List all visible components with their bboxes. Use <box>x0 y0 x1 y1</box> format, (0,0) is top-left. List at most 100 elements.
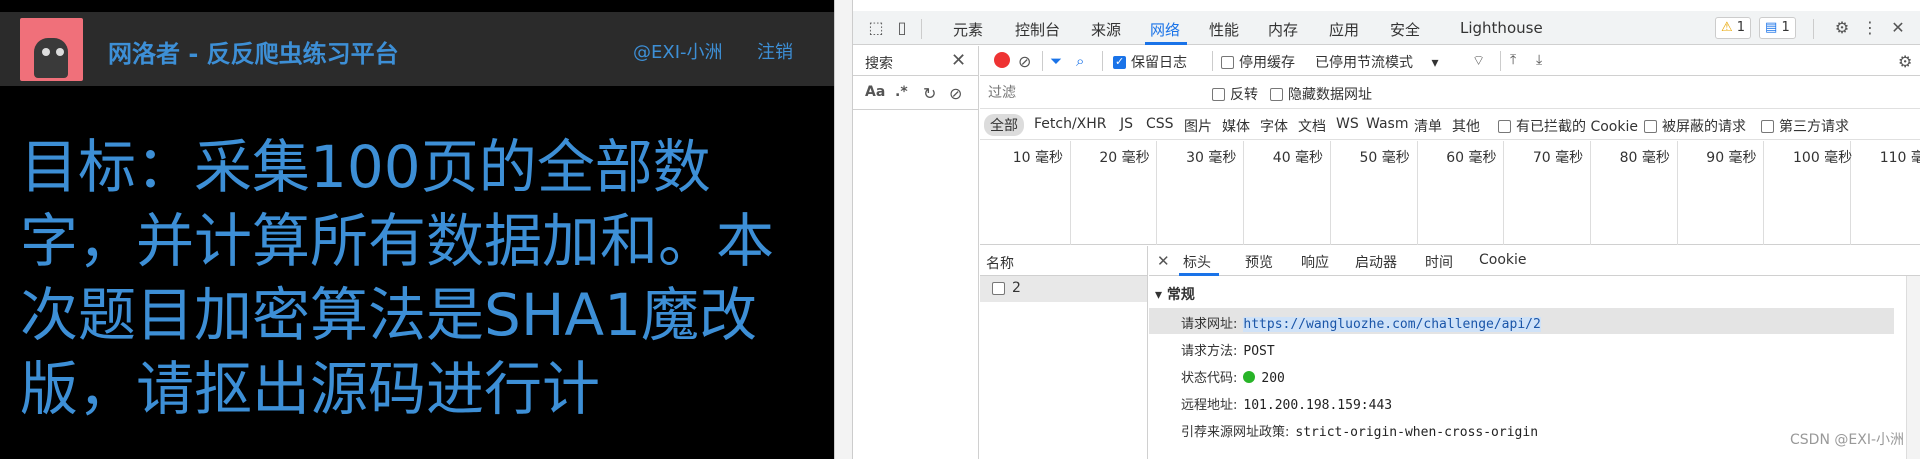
tab-lighthouse[interactable]: Lighthouse <box>1460 19 1543 37</box>
type-ws[interactable]: WS <box>1336 116 1359 132</box>
third-party-checkbox[interactable]: 第三方请求 <box>1761 116 1849 136</box>
general-section[interactable]: ▾ 常规 <box>1155 284 1195 304</box>
logout-link[interactable]: 注销 <box>757 38 793 64</box>
status-code-row: 状态代码: 200 <box>1181 371 1285 386</box>
tab-network[interactable]: 网络 <box>1150 19 1180 40</box>
timeline-tick-label: 110 毫 <box>1879 150 1920 166</box>
timeline-tick-label: 20 毫秒 <box>1099 150 1150 166</box>
preserve-log-checkbox[interactable]: 保留日志 <box>1113 52 1187 72</box>
message-icon: ▤ <box>1765 20 1778 35</box>
invert-checkbox[interactable]: 反转 <box>1212 84 1258 104</box>
name-column-header[interactable]: 名称 <box>986 253 1014 273</box>
request-row[interactable]: 2 <box>980 276 1147 302</box>
timeline-tick-label: 60 毫秒 <box>1446 150 1497 166</box>
timeline-tick-label: 50 毫秒 <box>1359 150 1410 166</box>
blocked-requests-checkbox[interactable]: 被屏蔽的请求 <box>1644 116 1746 136</box>
more-menu-icon[interactable]: ⋮ <box>1859 17 1881 39</box>
network-settings-gear-icon[interactable]: ⚙ <box>1898 52 1912 71</box>
type-media[interactable]: 媒体 <box>1222 116 1250 136</box>
timeline-tick-label: 70 毫秒 <box>1532 150 1584 166</box>
timeline-gridline <box>1676 141 1678 245</box>
refresh-icon[interactable]: ↻ <box>923 84 936 103</box>
timeline-tick-label: 100 毫秒 <box>1793 150 1853 166</box>
tab-memory[interactable]: 内存 <box>1268 19 1298 40</box>
search-icon[interactable]: ⌕ <box>1076 52 1084 70</box>
regex-button[interactable]: .* <box>895 84 908 100</box>
close-icon[interactable]: ✕ <box>951 50 966 71</box>
export-har-icon[interactable]: ⤓ <box>1536 52 1542 68</box>
tab-headers[interactable]: 标头 <box>1183 252 1211 272</box>
referrer-policy-row: 引荐来源网址政策: strict-origin-when-cross-origin <box>1181 425 1539 440</box>
web-page: 网洛者 - 反反爬虫练习平台 @EXI-小洲 注销 目标：采集100页的全部数字… <box>0 0 834 459</box>
import-har-icon[interactable]: ⤒ <box>1510 52 1516 68</box>
timeline-gridline <box>1069 141 1071 245</box>
timeline-gridline <box>1156 141 1158 245</box>
hide-data-urls-checkbox[interactable]: 隐藏数据网址 <box>1270 84 1372 104</box>
network-toolbar: ⊘ ⏷ ⌕ 保留日志 停用缓存 已停用节流模式 ▾ ⌔ ⤒ ⤓ ⚙ <box>980 46 1920 76</box>
tab-response[interactable]: 响应 <box>1301 252 1329 272</box>
site-logo[interactable] <box>20 18 83 81</box>
blocked-cookies-checkbox[interactable]: 有已拦截的 Cookie <box>1498 116 1638 136</box>
timeline-tick-label: 40 毫秒 <box>1272 150 1324 166</box>
settings-gear-icon[interactable]: ⚙ <box>1831 17 1853 39</box>
timeline-gridline <box>1763 141 1765 245</box>
close-devtools-icon[interactable]: ✕ <box>1887 17 1909 39</box>
challenge-description: 目标：采集100页的全部数字，并计算所有数据加和。本次题目加密算法是SHA1魔改… <box>20 133 775 423</box>
type-font[interactable]: 字体 <box>1260 116 1288 136</box>
tab-initiator[interactable]: 启动器 <box>1355 252 1397 272</box>
record-icon[interactable] <box>994 52 1010 68</box>
network-panel: ⊘ ⏷ ⌕ 保留日志 停用缓存 已停用节流模式 ▾ ⌔ ⤒ ⤓ ⚙ 反转 隐藏数… <box>980 46 1920 459</box>
site-title[interactable]: 网洛者 - 反反爬虫练习平台 <box>108 34 399 69</box>
type-fetch-xhr[interactable]: Fetch/XHR <box>1034 116 1107 132</box>
throttle-select[interactable]: 已停用节流模式 ▾ <box>1315 52 1438 72</box>
match-case-button[interactable]: Aa <box>865 84 885 100</box>
type-js[interactable]: JS <box>1120 116 1133 132</box>
device-toolbar-icon[interactable]: ▯ <box>891 17 913 39</box>
tab-preview[interactable]: 预览 <box>1245 252 1273 272</box>
tab-sources[interactable]: 来源 <box>1091 19 1121 40</box>
user-link[interactable]: @EXI-小洲 <box>633 38 723 64</box>
type-all[interactable]: 全部 <box>984 114 1024 136</box>
type-other[interactable]: 其他 <box>1452 116 1480 136</box>
clear-icon[interactable]: ⊘ <box>949 84 962 103</box>
tab-application[interactable]: 应用 <box>1329 19 1359 40</box>
request-url-value[interactable]: https://wangluozhe.com/challenge/api/2 <box>1243 317 1541 332</box>
tab-elements[interactable]: 元素 <box>953 19 983 40</box>
devtools-tabbar: ⬚ ▯ 元素 控制台 来源 网络 性能 内存 应用 安全 Lighthouse … <box>853 11 1920 45</box>
type-manifest[interactable]: 清单 <box>1414 116 1442 136</box>
resource-type-filters: 全部 Fetch/XHR JS CSS 图片 媒体 字体 文档 WS Wasm … <box>980 110 1920 140</box>
filter-input[interactable] <box>986 82 1196 104</box>
warnings-badge[interactable]: ⚠ 1 <box>1715 17 1752 39</box>
search-panel-title: 搜索 <box>865 56 893 72</box>
close-icon[interactable]: ✕ <box>1157 252 1170 270</box>
remote-address-row: 远程地址: 101.200.198.159:443 <box>1181 398 1393 413</box>
type-doc[interactable]: 文档 <box>1298 116 1326 136</box>
request-name: 2 <box>1012 280 1021 296</box>
site-header: 网洛者 - 反反爬虫练习平台 @EXI-小洲 注销 <box>0 12 834 86</box>
network-conditions-icon[interactable]: ⌔ <box>1472 52 1485 70</box>
tab-timing[interactable]: 时间 <box>1425 252 1453 272</box>
network-overview-timeline[interactable]: 10 毫秒 20 毫秒 30 毫秒 40 毫秒 50 毫秒 60 毫秒 70 毫秒 80 毫秒… <box>980 141 1920 245</box>
timeline-gridline <box>1503 141 1505 245</box>
search-panel: 搜索 ✕ Aa .* ↻ ⊘ <box>853 46 979 459</box>
type-css[interactable]: CSS <box>1146 116 1174 132</box>
clear-log-icon[interactable]: ⊘ <box>1018 52 1031 71</box>
timeline-gridline <box>1329 141 1331 245</box>
type-wasm[interactable]: Wasm <box>1366 116 1408 132</box>
filter-icon[interactable]: ⏷ <box>1050 52 1062 70</box>
request-method-row: 请求方法: POST <box>1181 344 1275 359</box>
status-ok-icon <box>1243 371 1256 383</box>
inspect-element-icon[interactable]: ⬚ <box>865 17 887 39</box>
panel-splitter[interactable] <box>834 0 853 459</box>
tab-console[interactable]: 控制台 <box>1015 19 1060 40</box>
document-icon <box>992 282 1005 295</box>
scrollbar[interactable] <box>1906 276 1920 459</box>
tab-performance[interactable]: 性能 <box>1209 19 1239 40</box>
disable-cache-checkbox[interactable]: 停用缓存 <box>1221 52 1295 72</box>
messages-badge[interactable]: ▤ 1 <box>1759 17 1796 39</box>
timeline-tick-label: 30 毫秒 <box>1186 150 1237 166</box>
filter-row: 反转 隐藏数据网址 <box>980 77 1920 109</box>
tab-security[interactable]: 安全 <box>1390 19 1420 40</box>
type-img[interactable]: 图片 <box>1184 116 1212 136</box>
tab-cookie[interactable]: Cookie <box>1479 252 1527 268</box>
